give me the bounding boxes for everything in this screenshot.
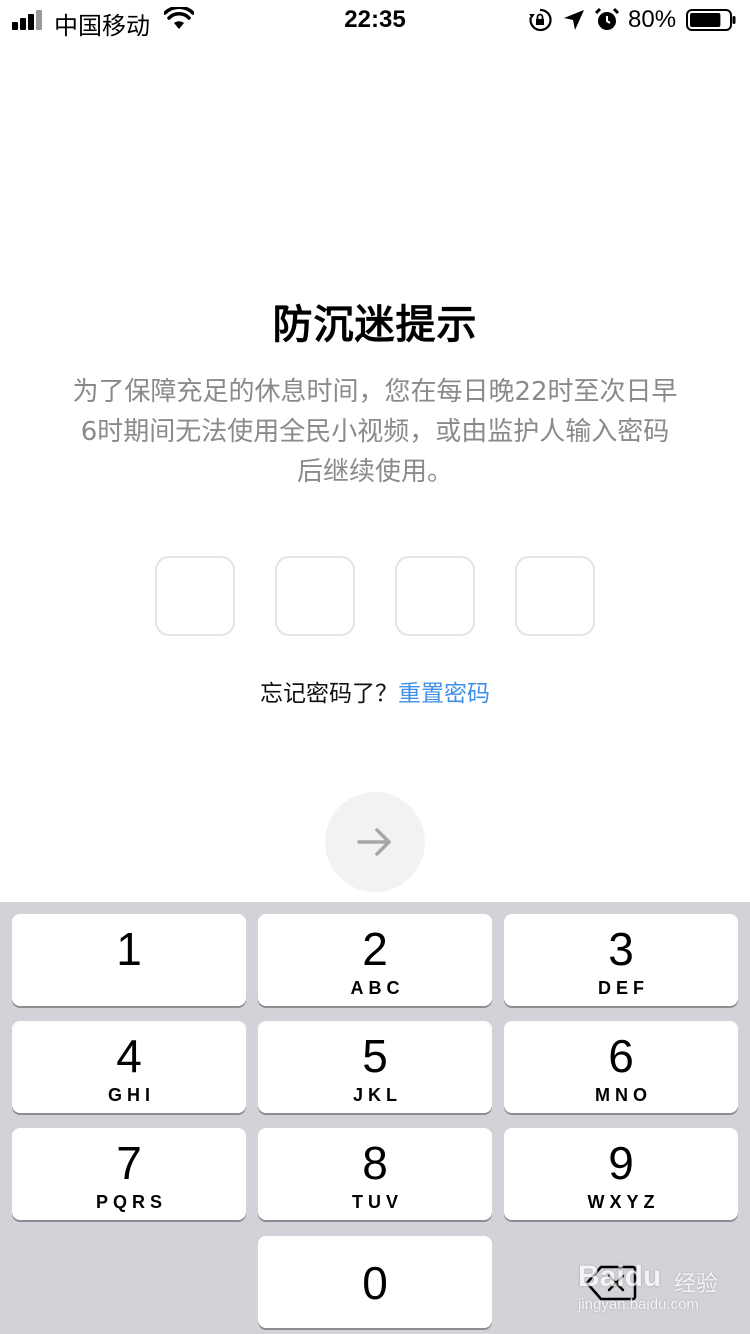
key-6[interactable]: 6 MNO <box>504 1021 738 1113</box>
key-digit: 7 <box>116 1137 142 1189</box>
key-digit: 1 <box>116 923 142 975</box>
watermark-brand: Baidu <box>578 1260 662 1293</box>
message-line: 为了保障充足的休息时间，您在每日晚22时至次日早 <box>72 377 678 407</box>
key-letters: DEF <box>598 978 649 998</box>
submit-button[interactable] <box>325 792 425 892</box>
key-letters: MNO <box>595 1085 652 1105</box>
battery-percent: 80% <box>628 6 677 33</box>
key-letters: PQRS <box>95 1192 167 1212</box>
watermark-brand-cn: 经验 <box>674 1272 719 1297</box>
key-letters: GHI <box>107 1085 155 1105</box>
carrier-name: 中国移动 <box>54 12 150 40</box>
orientation-lock-icon <box>529 8 552 32</box>
forgot-password-text: 忘记密码了？ <box>260 681 398 707</box>
key-digit: 3 <box>608 923 634 975</box>
key-digit: 4 <box>116 1030 142 1082</box>
key-digit: 2 <box>362 923 388 975</box>
passcode-input[interactable] <box>155 556 595 636</box>
key-digit: 0 <box>362 1257 388 1309</box>
passcode-digit-box[interactable] <box>275 556 355 636</box>
battery-icon <box>686 9 736 31</box>
message-line: 6时期间无法使用全民小视频，或由监护人输入密码 <box>80 417 670 447</box>
arrow-right-icon <box>357 828 391 856</box>
key-letters: TUV <box>352 1192 403 1212</box>
forgot-password-row: 忘记密码了？重置密码 <box>0 674 750 708</box>
key-5[interactable]: 5 JKL <box>258 1021 492 1113</box>
key-1[interactable]: 1 <box>12 914 246 1006</box>
dialog-title: 防沉迷提示 <box>272 302 478 348</box>
status-bar: 中国移动 22:35 80% <box>0 0 750 40</box>
baidu-jingyan-watermark: Baidu 经验 jingyan.baidu.com <box>578 1254 744 1320</box>
key-8[interactable]: 8 TUV <box>258 1128 492 1220</box>
signal-icon <box>12 10 46 30</box>
key-digit: 5 <box>362 1030 388 1082</box>
key-9[interactable]: 9 WXYZ <box>504 1128 738 1220</box>
passcode-digit-box[interactable] <box>155 556 235 636</box>
key-7[interactable]: 7 PQRS <box>12 1128 246 1220</box>
key-letters: ABC <box>350 978 405 998</box>
key-letters: WXYZ <box>587 1192 660 1212</box>
watermark-url: jingyan.baidu.com <box>578 1296 699 1313</box>
key-3[interactable]: 3 DEF <box>504 914 738 1006</box>
message-line: 后继续使用。 <box>296 457 453 487</box>
passcode-digit-box[interactable] <box>395 556 475 636</box>
key-letters: JKL <box>352 1085 402 1105</box>
key-2[interactable]: 2 ABC <box>258 914 492 1006</box>
key-digit: 8 <box>362 1137 388 1189</box>
alarm-icon <box>594 7 620 30</box>
key-0[interactable]: 0 <box>258 1236 492 1328</box>
key-4[interactable]: 4 GHI <box>12 1021 246 1113</box>
dialog-message: 为了保障充足的休息时间，您在每日晚22时至次日早 6时期间无法使用全民小视频，或… <box>40 372 710 492</box>
location-icon <box>564 10 584 30</box>
key-digit: 9 <box>608 1137 634 1189</box>
wifi-icon <box>164 7 194 29</box>
key-digit: 6 <box>608 1030 634 1082</box>
passcode-digit-box[interactable] <box>515 556 595 636</box>
reset-password-link[interactable]: 重置密码 <box>398 681 490 707</box>
